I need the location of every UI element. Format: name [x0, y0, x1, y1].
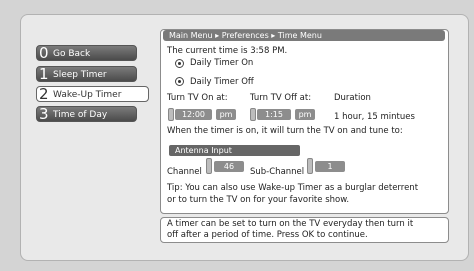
- menu-label: Wake-Up Timer: [53, 90, 122, 100]
- tip-line-2: or to turn the TV on for your favorite s…: [167, 195, 350, 205]
- stepper-arrows-icon[interactable]: [168, 108, 174, 121]
- radio-timer-off[interactable]: [175, 77, 184, 86]
- on-time-stepper[interactable]: 12:00 pm: [168, 108, 238, 121]
- menu-item-go-back[interactable]: 0 Go Back: [36, 44, 137, 62]
- tune-instruction: When the timer is on, it will turn the T…: [167, 126, 403, 136]
- off-at-label: Turn TV Off at:: [250, 93, 312, 103]
- current-time: The current time is 3:58 PM.: [167, 46, 288, 56]
- menu-number: 2: [39, 85, 49, 103]
- menu-item-wake-up-timer[interactable]: 2 Wake-Up Timer: [36, 85, 149, 103]
- off-time-value: 1:15: [257, 109, 291, 120]
- menu-label: Time of Day: [53, 110, 108, 120]
- stepper-arrows-icon[interactable]: [250, 108, 256, 121]
- off-time-ampm: pm: [295, 109, 315, 120]
- menu-item-time-of-day[interactable]: 3 Time of Day: [36, 105, 137, 123]
- breadcrumb-text: Main Menu ▸ Preferences ▸ Time Menu: [169, 31, 322, 40]
- help-line-1: A timer can be set to turn on the TV eve…: [167, 219, 414, 229]
- menu-number: 1: [39, 65, 49, 83]
- menu-number: 3: [39, 105, 49, 123]
- stepper-arrows-icon[interactable]: [307, 158, 313, 174]
- channel-value: 46: [214, 161, 244, 172]
- radio-timer-on[interactable]: [175, 59, 184, 68]
- off-time-stepper[interactable]: 1:15 pm: [250, 108, 320, 121]
- channel-label: Channel: [167, 167, 202, 177]
- menu-label: Go Back: [53, 49, 91, 59]
- on-at-label: Turn TV On at:: [167, 93, 228, 103]
- channel-stepper[interactable]: 46: [206, 158, 246, 174]
- input-selector[interactable]: Antenna Input: [169, 145, 300, 156]
- breadcrumb: Main Menu ▸ Preferences ▸ Time Menu: [163, 30, 445, 41]
- subchannel-label: Sub-Channel: [250, 167, 305, 177]
- tip-line-1: Tip: You can also use Wake-up Timer as a…: [167, 183, 419, 193]
- input-selector-value: Antenna Input: [175, 146, 232, 155]
- option-timer-on-label: Daily Timer On: [190, 58, 254, 68]
- subchannel-stepper[interactable]: 1: [307, 158, 347, 174]
- help-line-2: off after a period of time. Press OK to …: [167, 230, 368, 240]
- on-time-value: 12:00: [175, 109, 212, 120]
- menu-label: Sleep Timer: [53, 70, 107, 80]
- menu-item-sleep-timer[interactable]: 1 Sleep Timer: [36, 65, 137, 83]
- duration-label: Duration: [334, 93, 371, 103]
- on-time-ampm: pm: [216, 109, 236, 120]
- duration-value: 1 hour, 15 mintues: [334, 112, 415, 122]
- menu-number: 0: [39, 44, 49, 62]
- stepper-arrows-icon[interactable]: [206, 158, 212, 174]
- subchannel-value: 1: [315, 161, 345, 172]
- option-timer-off-label: Daily Timer Off: [190, 77, 254, 87]
